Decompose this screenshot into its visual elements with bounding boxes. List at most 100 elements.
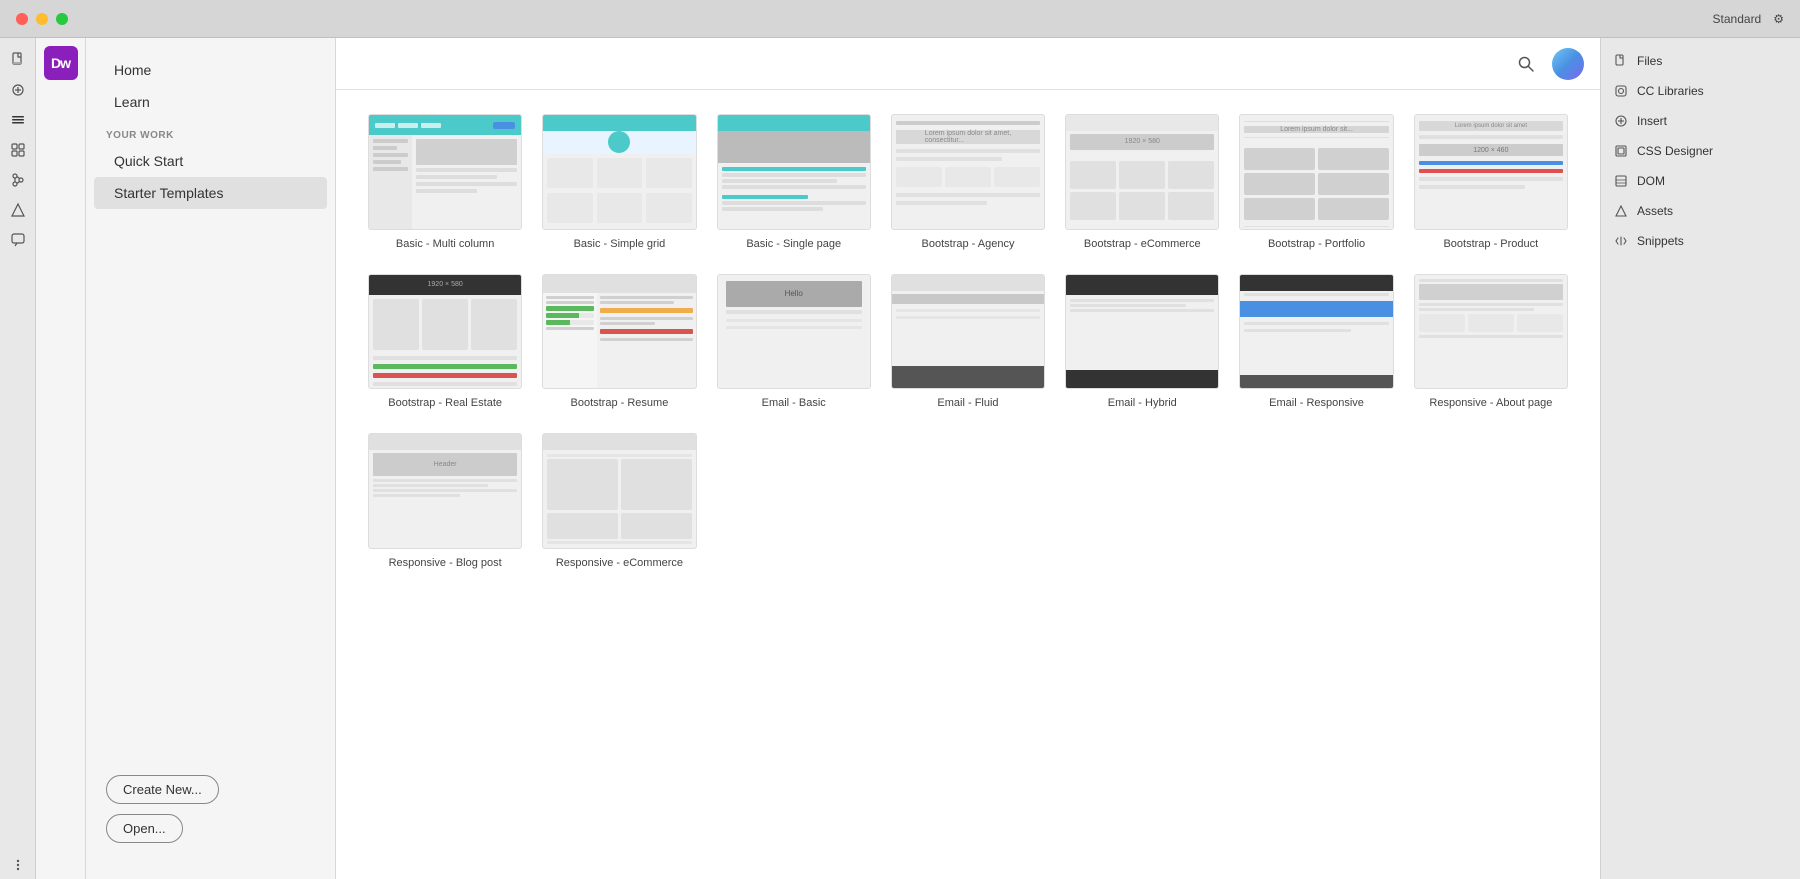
template-thumbnail-resp-blog: Header — [368, 433, 522, 549]
template-label: Bootstrap - eCommerce — [1065, 238, 1219, 250]
create-new-button[interactable]: Create New... — [106, 775, 219, 804]
icon-rail — [0, 38, 36, 879]
right-panel-label-assets: Assets — [1637, 204, 1673, 218]
dom-icon — [1613, 173, 1629, 189]
sidebar-item-starter-templates[interactable]: Starter Templates — [94, 177, 327, 209]
template-label: Responsive - eCommerce — [542, 557, 696, 569]
settings-icon[interactable]: ⚙ — [1773, 12, 1784, 26]
template-item[interactable]: Basic - Single page — [717, 114, 871, 250]
template-thumbnail-bs-portfolio: Lorem ipsum dolor sit... — [1239, 114, 1393, 230]
template-label: Bootstrap - Agency — [891, 238, 1045, 250]
template-item[interactable]: 1920 × 580 Bootstrap - Real Estate — [368, 274, 522, 410]
chat-icon[interactable] — [4, 226, 32, 254]
template-item[interactable]: Basic - Simple grid — [542, 114, 696, 250]
sidebar-item-quick-start[interactable]: Quick Start — [94, 145, 327, 177]
sidebar-actions: Create New... Open... — [86, 755, 335, 863]
template-item[interactable]: Hello Email - Basic — [717, 274, 871, 410]
template-item[interactable]: 1920 × 580 Bootstrap - eCommerce — [1065, 114, 1219, 250]
user-avatar[interactable] — [1552, 48, 1584, 80]
dw-logo-area: Dw — [36, 38, 86, 879]
templates-grid-container: Basic - Multi column — [336, 90, 1600, 879]
css-designer-icon — [1613, 143, 1629, 159]
template-thumbnail-resp-about — [1414, 274, 1568, 390]
template-thumbnail-bs-product: Lorem ipsum dolor sit amet 1200 × 460 — [1414, 114, 1568, 230]
titlebar-right: Standard ⚙ — [1713, 12, 1784, 26]
template-thumbnail-single-page — [717, 114, 871, 230]
list-icon[interactable] — [4, 106, 32, 134]
template-label: Basic - Simple grid — [542, 238, 696, 250]
right-panel-item-dom[interactable]: DOM — [1601, 166, 1800, 196]
snippets-icon — [1613, 233, 1629, 249]
review-icon[interactable] — [4, 196, 32, 224]
template-thumbnail-bs-agency: Lorem ipsum dolor sit amet,consectitur..… — [891, 114, 1045, 230]
template-thumbnail-resp-ecom — [542, 433, 696, 549]
main-content: Basic - Multi column — [336, 38, 1600, 879]
right-panel-item-cc-libraries[interactable]: CC Libraries — [1601, 76, 1800, 106]
git-icon[interactable] — [4, 166, 32, 194]
right-panel-item-files[interactable]: Files — [1601, 46, 1800, 76]
template-label: Email - Basic — [717, 397, 871, 409]
files-icon — [1613, 53, 1629, 69]
template-label: Bootstrap - Product — [1414, 238, 1568, 250]
template-label: Bootstrap - Real Estate — [368, 397, 522, 409]
template-thumbnail-bs-ecom: 1920 × 580 — [1065, 114, 1219, 230]
template-thumbnail-bs-realestate: 1920 × 580 — [368, 274, 522, 390]
more-icon[interactable] — [4, 851, 32, 879]
standard-label[interactable]: Standard — [1713, 12, 1762, 26]
template-label: Basic - Single page — [717, 238, 871, 250]
app-container: Dw Home Learn YOUR WORK Quick Start Star… — [0, 38, 1800, 879]
sidebar: Home Learn YOUR WORK Quick Start Starter… — [86, 38, 336, 879]
minimize-button[interactable] — [36, 13, 48, 25]
right-panel-item-css-designer[interactable]: CSS Designer — [1601, 136, 1800, 166]
template-label: Bootstrap - Portfolio — [1239, 238, 1393, 250]
template-thumbnail-email-basic: Hello — [717, 274, 871, 390]
right-panel-item-insert[interactable]: Insert — [1601, 106, 1800, 136]
right-panel-label-snippets: Snippets — [1637, 234, 1684, 248]
sidebar-section-your-work: YOUR WORK — [86, 118, 335, 145]
cc-libraries-icon — [1613, 83, 1629, 99]
template-label: Bootstrap - Resume — [542, 397, 696, 409]
titlebar: Standard ⚙ — [0, 0, 1800, 38]
right-panel-item-snippets[interactable]: Snippets — [1601, 226, 1800, 256]
template-item[interactable]: Lorem ipsum dolor sit... Bootstrap - — [1239, 114, 1393, 250]
right-panel-item-assets[interactable]: Assets — [1601, 196, 1800, 226]
right-panel: Files CC Libraries Insert CSS Designer D… — [1600, 38, 1800, 879]
template-item[interactable]: Bootstrap - Resume — [542, 274, 696, 410]
template-item[interactable]: Responsive - eCommerce — [542, 433, 696, 569]
template-thumbnail-email-resp — [1239, 274, 1393, 390]
templates-grid: Basic - Multi column — [368, 114, 1568, 569]
template-item[interactable]: Lorem ipsum dolor sit amet,consectitur..… — [891, 114, 1045, 250]
right-panel-label-insert: Insert — [1637, 114, 1667, 128]
file-icon[interactable] — [4, 46, 32, 74]
insert-icon — [1613, 113, 1629, 129]
close-button[interactable] — [16, 13, 28, 25]
template-thumbnail-simple-grid — [542, 114, 696, 230]
maximize-button[interactable] — [56, 13, 68, 25]
template-label: Email - Hybrid — [1065, 397, 1219, 409]
template-label: Responsive - About page — [1414, 397, 1568, 409]
sidebar-item-learn[interactable]: Learn — [94, 86, 327, 118]
template-item[interactable]: Responsive - About page — [1414, 274, 1568, 410]
extract-icon[interactable] — [4, 76, 32, 104]
dw-logo[interactable]: Dw — [44, 46, 78, 80]
template-thumbnail-email-hybrid — [1065, 274, 1219, 390]
template-label: Basic - Multi column — [368, 238, 522, 250]
template-thumbnail-email-fluid — [891, 274, 1045, 390]
template-thumbnail-bs-resume — [542, 274, 696, 390]
template-item[interactable]: Email - Hybrid — [1065, 274, 1219, 410]
right-panel-label-cc-libraries: CC Libraries — [1637, 84, 1704, 98]
assets-icon — [1613, 203, 1629, 219]
template-label: Email - Fluid — [891, 397, 1045, 409]
template-item[interactable]: Basic - Multi column — [368, 114, 522, 250]
template-item[interactable]: Lorem ipsum dolor sit amet 1200 × 460 Bo… — [1414, 114, 1568, 250]
template-item[interactable]: Email - Fluid — [891, 274, 1045, 410]
template-label: Email - Responsive — [1239, 397, 1393, 409]
design-icon[interactable] — [4, 136, 32, 164]
open-button[interactable]: Open... — [106, 814, 183, 843]
sidebar-item-home[interactable]: Home — [94, 54, 327, 86]
template-item[interactable]: Email - Responsive — [1239, 274, 1393, 410]
template-item[interactable]: Header Responsive - Blog post — [368, 433, 522, 569]
template-label: Responsive - Blog post — [368, 557, 522, 569]
right-panel-label-css-designer: CSS Designer — [1637, 144, 1713, 158]
search-button[interactable] — [1512, 50, 1540, 78]
